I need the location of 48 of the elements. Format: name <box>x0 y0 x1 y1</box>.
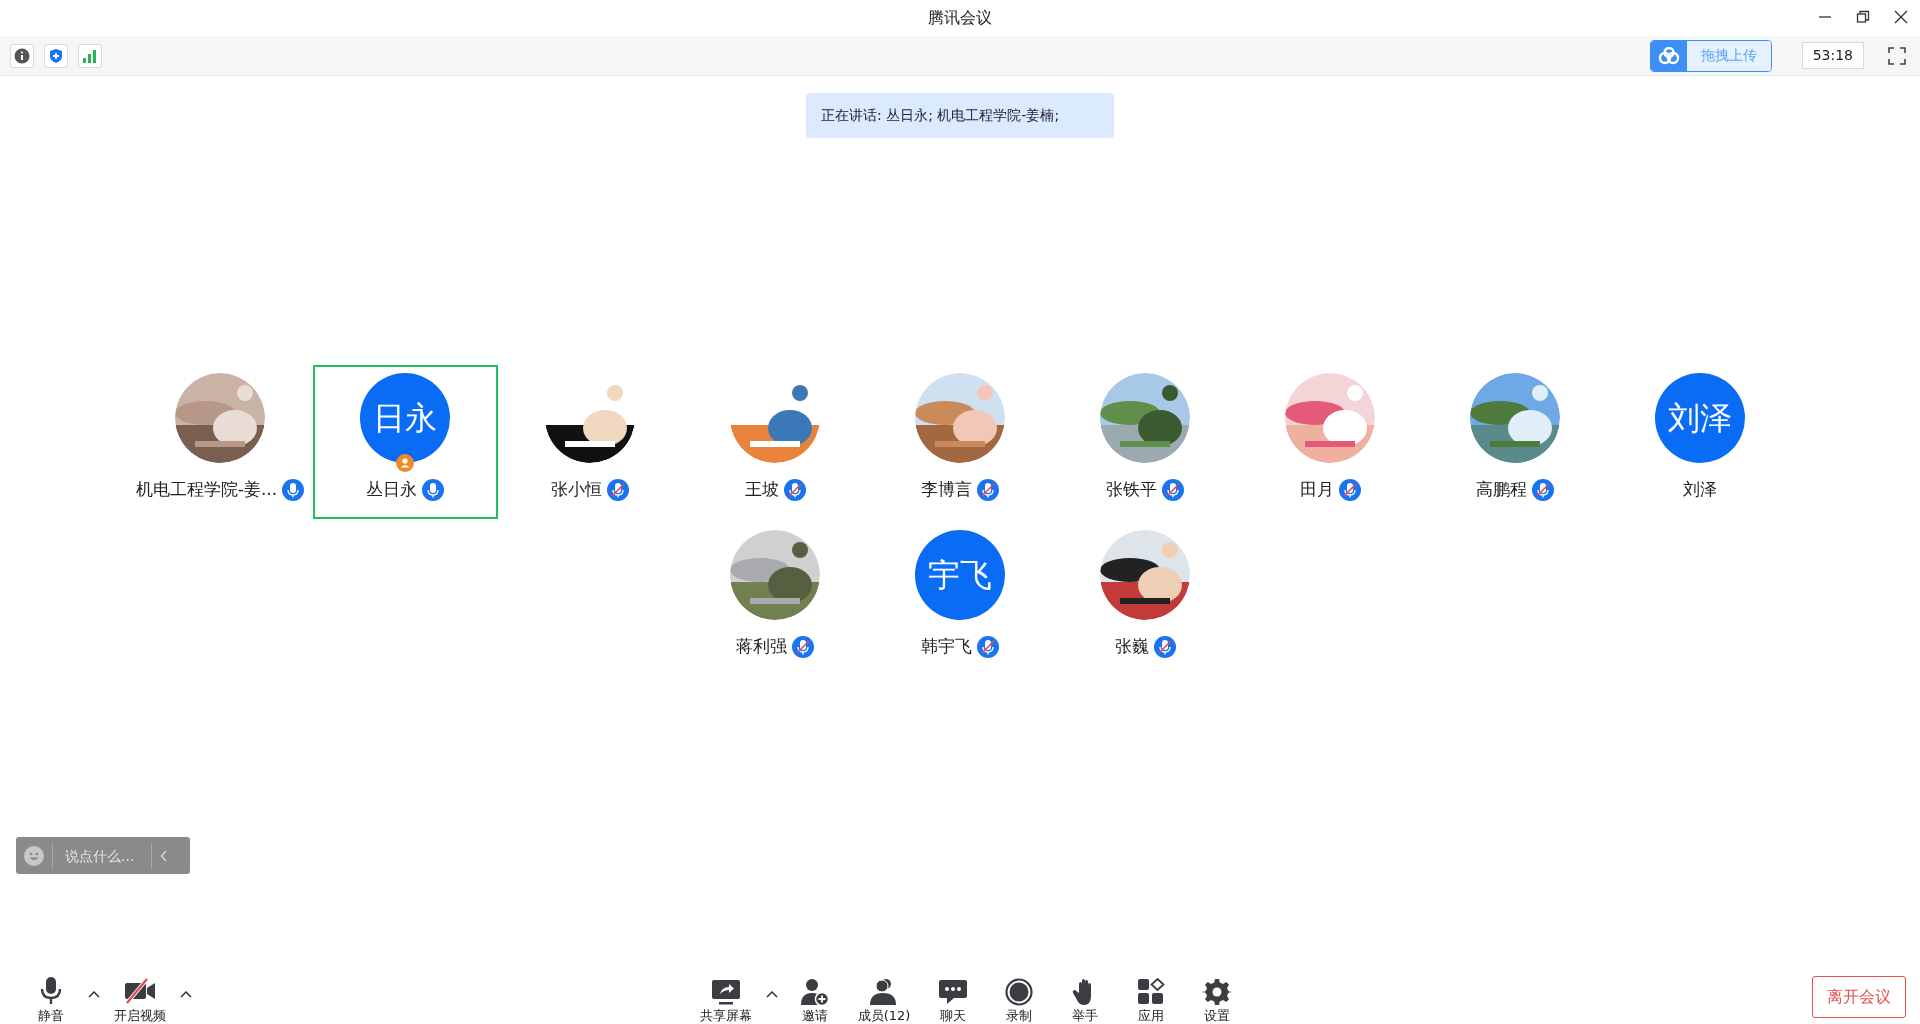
signal-icon[interactable] <box>78 43 102 68</box>
participant-name: 张小恒 <box>551 478 602 501</box>
restore-icon[interactable] <box>1856 10 1870 24</box>
participant-name: 高鹏程 <box>1476 478 1527 501</box>
participant-name: 刘泽 <box>1683 478 1717 501</box>
settings-icon <box>1202 978 1233 1007</box>
share-screen-icon <box>710 978 741 1007</box>
shield-icon[interactable] <box>44 43 68 68</box>
avatar: 刘泽 <box>1655 373 1745 463</box>
chat-input[interactable]: 说点什么... <box>16 837 190 874</box>
toolbar-button[interactable]: 举手 <box>1054 978 1117 1024</box>
participant-name: 蒋利强 <box>736 635 787 658</box>
add-person-icon <box>799 978 830 1007</box>
toolbar-button[interactable]: 邀请 <box>783 978 846 1024</box>
participant-name: 李博言 <box>921 478 972 501</box>
toolbar-button[interactable]: 共享屏幕 <box>691 978 760 1024</box>
chat-icon <box>938 978 969 1007</box>
toolbar-button[interactable]: 聊天 <box>922 978 985 1024</box>
info-icon[interactable] <box>10 43 34 68</box>
participant-name: 张铁平 <box>1106 478 1157 501</box>
close-icon[interactable] <box>1894 10 1908 24</box>
avatar: 宇飞 <box>915 530 1005 620</box>
record-icon <box>1004 978 1035 1007</box>
participant-name: 韩宇飞 <box>921 635 972 658</box>
toolbar-button[interactable]: 设置 <box>1186 978 1249 1024</box>
participant-name: 张巍 <box>1114 635 1149 658</box>
leave-meeting-button[interactable]: 离开会议 <box>1812 976 1906 1018</box>
cloud-icon <box>1657 46 1680 65</box>
participant-name: 丛日永 <box>366 478 417 501</box>
speaking-banner: 正在讲话: 丛日永; 机电工程学院-姜楠; <box>806 93 1114 138</box>
toolbar-button[interactable]: 成员(12) <box>849 978 919 1024</box>
participant-name: 田月 <box>1299 478 1334 501</box>
avatar: 日永 <box>360 373 450 463</box>
meeting-timer: 53:18 <box>1801 42 1864 69</box>
caret-icon[interactable] <box>180 990 192 998</box>
toolbar-button[interactable]: 开启视频 <box>106 976 174 1024</box>
caret-icon[interactable] <box>88 990 100 998</box>
caret-icon[interactable] <box>765 990 778 998</box>
participant-name: 机电工程学院-姜... <box>135 478 278 501</box>
toolbar-button[interactable]: 静音 <box>20 976 82 1024</box>
window-title: 腾讯会议 <box>928 7 992 29</box>
collapse-icon[interactable] <box>160 849 168 862</box>
participant-name: 王坡 <box>744 478 779 501</box>
members-icon <box>869 978 899 1007</box>
apps-icon <box>1136 978 1167 1007</box>
toolbar-button[interactable]: 应用 <box>1120 978 1183 1024</box>
selected-frame[interactable]: 日永 丛日永 <box>312 365 498 519</box>
toolbar-button[interactable]: 录制 <box>988 978 1051 1024</box>
